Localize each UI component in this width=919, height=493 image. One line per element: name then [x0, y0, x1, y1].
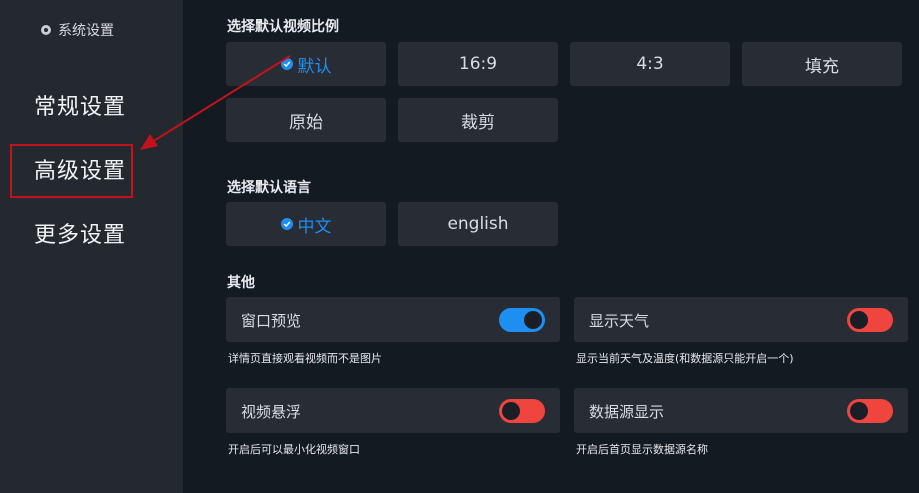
toggle-knob: [850, 311, 868, 329]
ratio-section-title: 选择默认视频比例: [227, 19, 339, 35]
ratio-option-4-3[interactable]: 4:3: [570, 42, 730, 86]
check-icon: [280, 58, 293, 70]
check-icon: [280, 218, 293, 230]
ratio-option-16-9[interactable]: 16:9: [398, 42, 558, 86]
app-title: 系统设置: [40, 20, 114, 40]
toggle-knob: [524, 311, 542, 329]
setting-datasource-display: 数据源显示: [574, 388, 908, 433]
annotation-highlight-box: [10, 144, 133, 198]
setting-description: 详情页直接观看视频而不是图片: [228, 352, 382, 365]
setting-label: 视频悬浮: [241, 403, 302, 421]
toggle-knob: [502, 402, 520, 420]
setting-label: 窗口预览: [241, 312, 302, 330]
setting-show-weather: 显示天气: [574, 297, 908, 342]
setting-description: 开启后可以最小化视频窗口: [228, 443, 360, 456]
ratio-option-original[interactable]: 原始: [226, 98, 386, 142]
video-float-toggle[interactable]: [499, 399, 545, 423]
language-option-chinese[interactable]: 中文: [226, 202, 386, 246]
sidebar-item-more[interactable]: 更多设置: [34, 217, 126, 249]
toggle-knob: [850, 402, 868, 420]
other-section-title: 其他: [227, 275, 255, 291]
setting-window-preview: 窗口预览: [226, 297, 560, 342]
settings-panel: 选择默认视频比例 默认 16:9 4:3 填充 原始 裁剪 选择默认语言 中文 …: [183, 0, 919, 493]
ratio-option-crop[interactable]: 裁剪: [398, 98, 558, 142]
gear-icon: [40, 24, 52, 36]
show-weather-toggle[interactable]: [847, 308, 893, 332]
datasource-display-toggle[interactable]: [847, 399, 893, 423]
app-title-label: 系统设置: [58, 23, 114, 39]
ratio-option-label: 默认: [297, 56, 332, 77]
ratio-option-default[interactable]: 默认: [226, 42, 386, 86]
language-section-title: 选择默认语言: [227, 180, 311, 196]
setting-description: 开启后首页显示数据源名称: [576, 443, 708, 456]
window-preview-toggle[interactable]: [499, 308, 545, 332]
setting-video-float: 视频悬浮: [226, 388, 560, 433]
setting-label: 数据源显示: [589, 403, 665, 421]
language-option-english[interactable]: english: [398, 202, 558, 246]
language-option-label: 中文: [297, 216, 332, 237]
ratio-option-fill[interactable]: 填充: [742, 42, 902, 86]
setting-description: 显示当前天气及温度(和数据源只能开启一个): [576, 352, 794, 365]
sidebar-item-general[interactable]: 常规设置: [34, 89, 126, 121]
sidebar: 系统设置 常规设置 高级设置 更多设置: [0, 0, 183, 493]
setting-label: 显示天气: [589, 312, 650, 330]
